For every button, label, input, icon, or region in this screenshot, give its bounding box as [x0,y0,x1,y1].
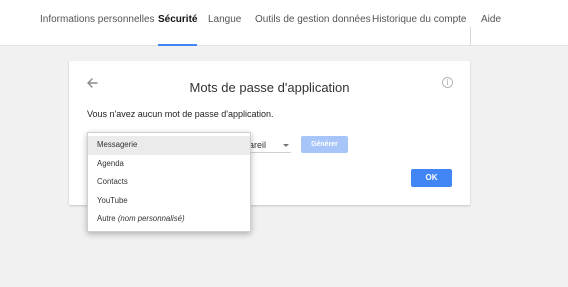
tab-langue[interactable]: Langue [208,14,241,46]
generate-button: Générer [301,136,348,153]
dropdown-option-messagerie[interactable]: Messagerie [88,136,250,155]
tab-aide[interactable]: Aide [481,14,501,46]
top-navigation: Informations personnelles Sécurité Langu… [0,0,568,46]
ok-button[interactable]: OK [411,169,452,187]
nav-divider [470,27,471,45]
tab-securite[interactable]: Sécurité [158,14,198,46]
dropdown-option-autre-label: Autre [97,214,116,223]
page-title: Mots de passe d'application [189,80,350,95]
empty-message: Vous n'avez aucun mot de passe d'applica… [87,109,274,119]
dropdown-option-contacts[interactable]: Contacts [88,173,250,192]
dropdown-option-agenda[interactable]: Agenda [88,155,250,174]
info-icon[interactable]: i [442,77,453,88]
tab-informations-personnelles[interactable]: Informations personnelles [40,14,155,46]
dropdown-option-youtube[interactable]: YouTube [88,192,250,211]
chevron-down-icon [283,144,289,147]
dropdown-option-autre-suffix: (nom personnalisé) [117,214,185,223]
tab-historique-compte[interactable]: Historique du compte [372,14,467,46]
tab-outils-gestion-donnees[interactable]: Outils de gestion données [255,14,371,46]
dropdown-option-autre[interactable]: Autre (nom personnalisé) [88,210,250,229]
app-select-dropdown: Messagerie Agenda Contacts YouTube Autre… [87,132,251,232]
